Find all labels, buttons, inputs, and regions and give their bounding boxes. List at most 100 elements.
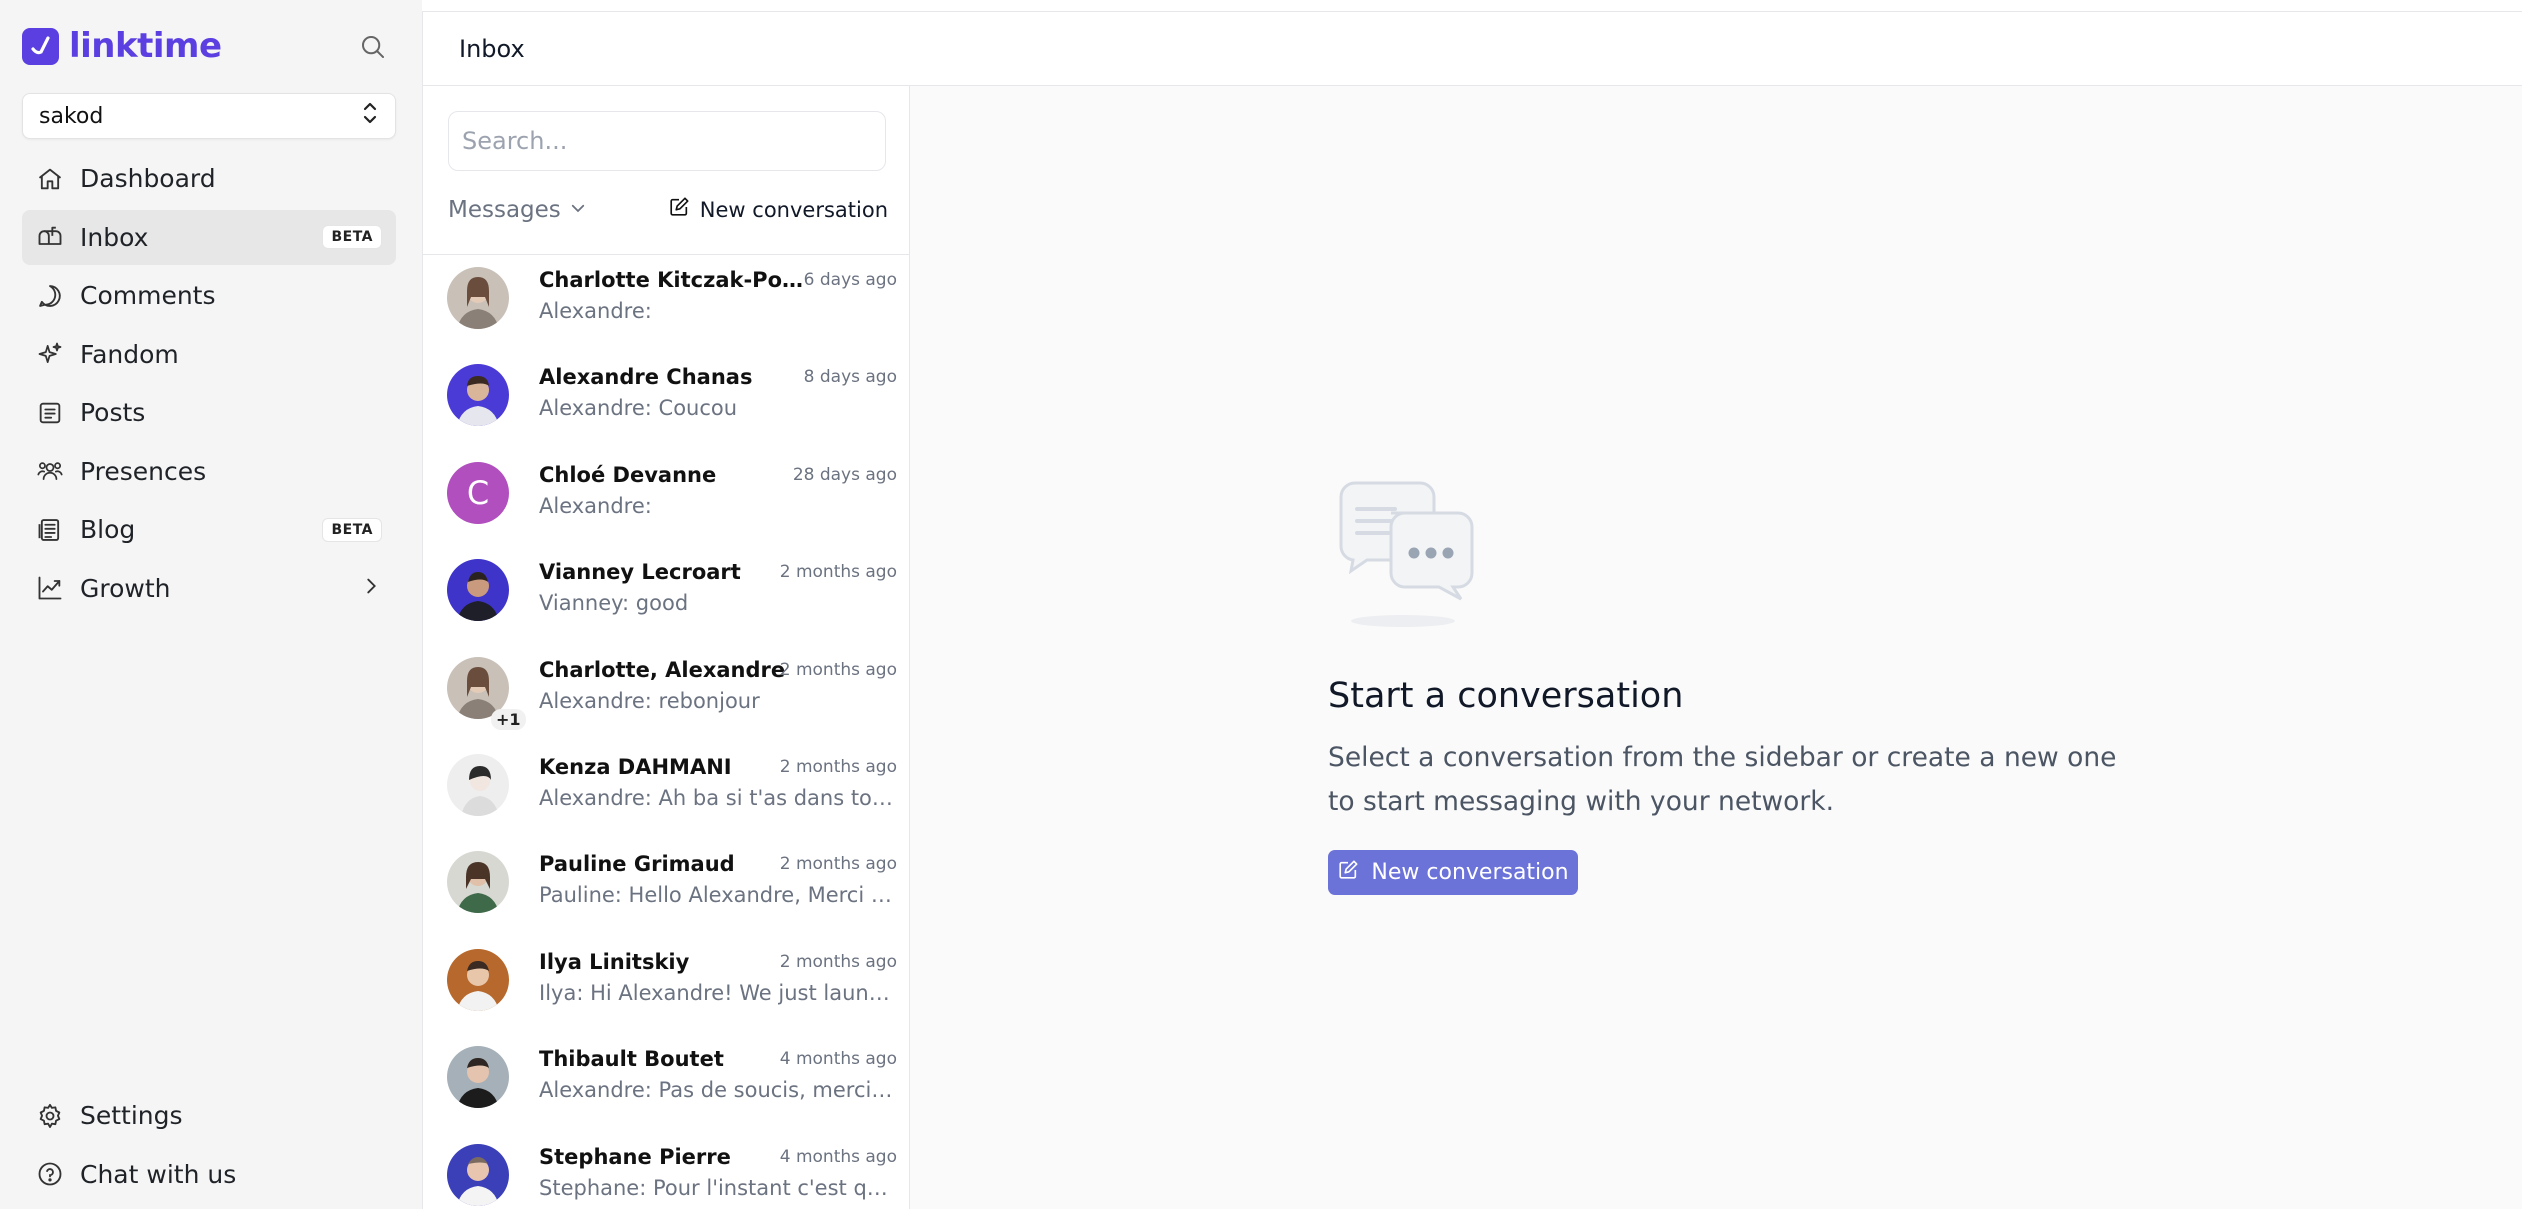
conversation-time: 8 days ago [803,367,897,388]
conversation-item[interactable]: Vianney Lecroart 2 months ago Vianney: g… [423,547,909,644]
conversation-name: Pauline Grimaud [539,852,735,877]
nav-label: Blog [80,515,136,544]
users-icon [36,457,64,485]
avatar [447,267,509,329]
conversation-preview: Alexandre: Coucou [539,396,738,421]
conversation-time: 2 months ago [779,562,897,583]
conversation-name: Ilya Linitskiy [539,949,690,974]
edit-icon [668,196,690,223]
nav-label: Posts [80,398,146,427]
nav-item-inbox[interactable]: Inbox BETA [22,209,396,265]
conversation-preview: Pauline: Hello Alexandre, Merci pou... [539,883,899,908]
extra-participants-badge: +1 [491,708,526,730]
nav-item-fandom[interactable]: Fandom [22,327,396,382]
messages-filter-label: Messages [448,196,561,223]
conversation-item[interactable]: Ilya Linitskiy 2 months ago Ilya: Hi Ale… [423,937,909,1034]
nav-item-comments[interactable]: Comments [22,268,396,323]
conversation-item[interactable]: Kenza DAHMANI 2 months ago Alexandre: Ah… [423,742,909,839]
document-list-icon [36,399,64,427]
new-conversation-button[interactable]: New conversation [1328,850,1578,895]
conversation-preview: Alexandre: [539,493,652,518]
conversation-item[interactable]: Pauline Grimaud 2 months ago Pauline: He… [423,839,909,936]
avatar [447,753,509,816]
nav-label: Fandom [80,339,179,369]
question-circle-icon [36,1160,64,1188]
avatar [447,948,509,1011]
beta-badge: BETA [322,225,382,249]
avatar [447,364,509,427]
conversation-preview: Ilya: Hi Alexandre! We just launche... [539,980,899,1005]
nav-label: Presences [80,456,207,486]
linktime-logo[interactable]: linktime [22,26,222,66]
conversation-name: Alexandre Chanas [539,365,753,390]
page-header: Inbox [422,11,2522,86]
mailbox-icon [36,223,64,251]
linktime-logo-icon [22,27,59,65]
nav-item-chat-with-us[interactable]: Chat with us [22,1147,396,1202]
conversation-item[interactable]: Charlotte Kitczak-Poplo... 6 days ago Al… [423,255,909,352]
conversation-name: Chloé Devanne [539,462,717,487]
nav-item-dashboard[interactable]: Dashboard [22,151,396,206]
conversation-name: Vianney Lecroart [539,560,741,585]
edit-icon [1337,859,1359,887]
conversation-time: 2 months ago [779,659,897,680]
new-conversation-button-label: New conversation [1371,860,1569,885]
conversation-item[interactable]: +1 Charlotte, Alexandre 2 months ago Ale… [423,645,909,742]
conversation-preview: Alexandre: Pas de soucis, merci d'a... [539,1078,899,1103]
conversation-time: 2 months ago [779,951,897,972]
brand-name: linktime [69,26,222,66]
conversation-preview: Alexandre: [539,299,652,323]
chevron-right-icon [360,574,382,603]
page-title: Inbox [459,34,525,63]
sidebar-footer: Settings Chat with us [22,1088,396,1205]
chevron-down-icon [569,197,587,223]
avatar [447,851,509,914]
chat-bubbles-icon [1335,471,1485,635]
avatar [447,559,509,622]
main-nav: Dashboard Inbox BETA Comments Fandom Pos… [22,151,396,619]
nav-label: Inbox [80,222,149,252]
trend-chart-icon [36,574,64,602]
empty-state-description: Select a conversation from the sidebar o… [1328,742,2117,817]
conversation-time: 2 months ago [779,854,897,875]
conversation-view: Start a conversation Select a conversati… [910,86,2522,1209]
nav-item-settings[interactable]: Settings [22,1088,396,1143]
conversation-name: Stephane Pierre [539,1144,731,1169]
conversation-item[interactable]: Stephane Pierre 4 months ago Stephane: P… [423,1132,909,1209]
workspace-name: sakod [39,103,104,129]
newspaper-icon [36,516,64,544]
conversation-panel: Messages New conversation Charlotte Kitc… [422,86,910,1209]
conversation-item[interactable]: C Chloé Devanne 28 days ago Alexandre: [423,450,909,547]
conversation-time: 4 months ago [779,1146,897,1167]
new-conversation-label: New conversation [699,197,888,222]
conversation-preview: Alexandre: Ah ba si t'as dans ton ré... [539,785,899,810]
conversation-time: 28 days ago [792,464,897,485]
conversation-search-input[interactable] [448,111,886,171]
conversation-toolbar: Messages New conversation [448,196,888,223]
avatar: C [447,461,509,524]
chat-bubble-icon [36,282,64,310]
nav-item-blog[interactable]: Blog BETA [22,502,396,557]
new-conversation-link[interactable]: New conversation [668,196,888,223]
conversation-preview: Alexandre: rebonjour [539,688,760,713]
nav-item-posts[interactable]: Posts [22,385,396,440]
home-icon [36,165,64,193]
app-sidebar: linktime sakod Dashboard Inbox BETA Comm… [0,0,422,1209]
avatar [447,1143,509,1206]
messages-filter-dropdown[interactable]: Messages [448,197,587,223]
empty-state-title: Start a conversation [1328,676,1684,716]
search-icon[interactable] [358,32,388,62]
nav-item-presences[interactable]: Presences [22,444,396,499]
conversation-item[interactable]: Alexandre Chanas 8 days ago Alexandre: C… [423,352,909,449]
chevron-up-down-icon [361,100,379,132]
nav-label: Dashboard [80,164,216,193]
nav-label: Settings [80,1101,183,1130]
conversation-time: 2 months ago [779,756,897,777]
workspace-selector[interactable]: sakod [22,93,396,139]
conversation-list: Charlotte Kitczak-Poplo... 6 days ago Al… [423,255,909,1209]
conversation-time: 4 months ago [779,1049,897,1070]
nav-item-growth[interactable]: Growth [22,561,396,616]
sparkles-icon [36,340,64,368]
nav-label: Comments [80,281,216,310]
conversation-item[interactable]: Thibault Boutet 4 months ago Alexandre: … [423,1034,909,1131]
